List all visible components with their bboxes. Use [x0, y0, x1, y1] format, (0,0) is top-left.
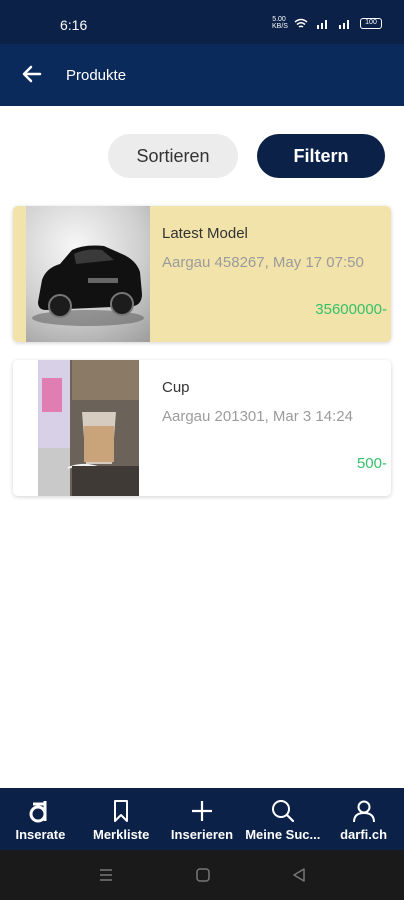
bookmark-icon — [114, 800, 129, 822]
system-nav-bar — [0, 850, 404, 900]
status-time: 6:16 — [60, 17, 88, 33]
nav-label: Meine Suc... — [245, 827, 321, 842]
nav-label: Inserieren — [170, 827, 234, 842]
app-bar: Produkte — [0, 44, 404, 106]
back-triangle-icon[interactable] — [291, 867, 307, 883]
listing-meta: Aargau 201301, Mar 3 14:24 — [162, 408, 353, 425]
nav-item-inserieren[interactable]: Inserieren — [162, 788, 243, 850]
user-icon — [352, 800, 375, 823]
back-arrow-icon[interactable] — [20, 62, 44, 86]
listing-meta: Aargau 458267, May 17 07:50 — [162, 254, 364, 271]
signal-icon — [317, 19, 327, 29]
menu-icon[interactable] — [98, 867, 114, 883]
nav-item-meine-suchen[interactable]: Meine Suc... — [242, 788, 323, 850]
nav-item-merkliste[interactable]: Merkliste — [81, 788, 162, 850]
nav-item-darfi[interactable]: darfi.ch — [323, 788, 404, 850]
status-icons: 5.00 KB/S 100 — [272, 16, 382, 30]
wifi-icon — [294, 18, 308, 28]
nav-item-inserate[interactable]: Inserate — [0, 788, 81, 850]
listing-card[interactable]: Cup Aargau 201301, Mar 3 14:24 500- — [13, 360, 391, 496]
nav-label: Inserate — [15, 827, 66, 842]
plus-icon — [191, 801, 212, 821]
listing-image-car — [26, 206, 150, 342]
signal-icon-2 — [339, 19, 349, 29]
filter-button[interactable]: Filtern — [257, 134, 385, 178]
search-icon — [271, 800, 294, 823]
listing-price: 35600000- — [315, 301, 387, 318]
listing-title: Latest Model — [162, 225, 248, 242]
sort-button[interactable]: Sortieren — [108, 134, 238, 178]
network-speed: 5.00 KB/S — [272, 16, 288, 30]
listing-price: 500- — [356, 455, 387, 472]
battery-icon: 100 — [360, 17, 382, 29]
d-logo-icon — [29, 801, 47, 823]
status-bar: 6:16 5.00 KB/S 100 — [0, 0, 404, 44]
listing-card[interactable]: Latest Model Aargau 458267, May 17 07:50… — [13, 206, 391, 342]
nav-label: darfi.ch — [340, 827, 388, 842]
listing-image-cup — [38, 360, 139, 496]
nav-label: Merkliste — [93, 827, 150, 842]
page-title: Produkte — [66, 67, 127, 84]
bottom-nav: Inserate Merkliste Inserieren Meine Suc.… — [0, 788, 404, 850]
listing-title: Cup — [162, 379, 190, 396]
home-icon[interactable] — [195, 867, 211, 883]
